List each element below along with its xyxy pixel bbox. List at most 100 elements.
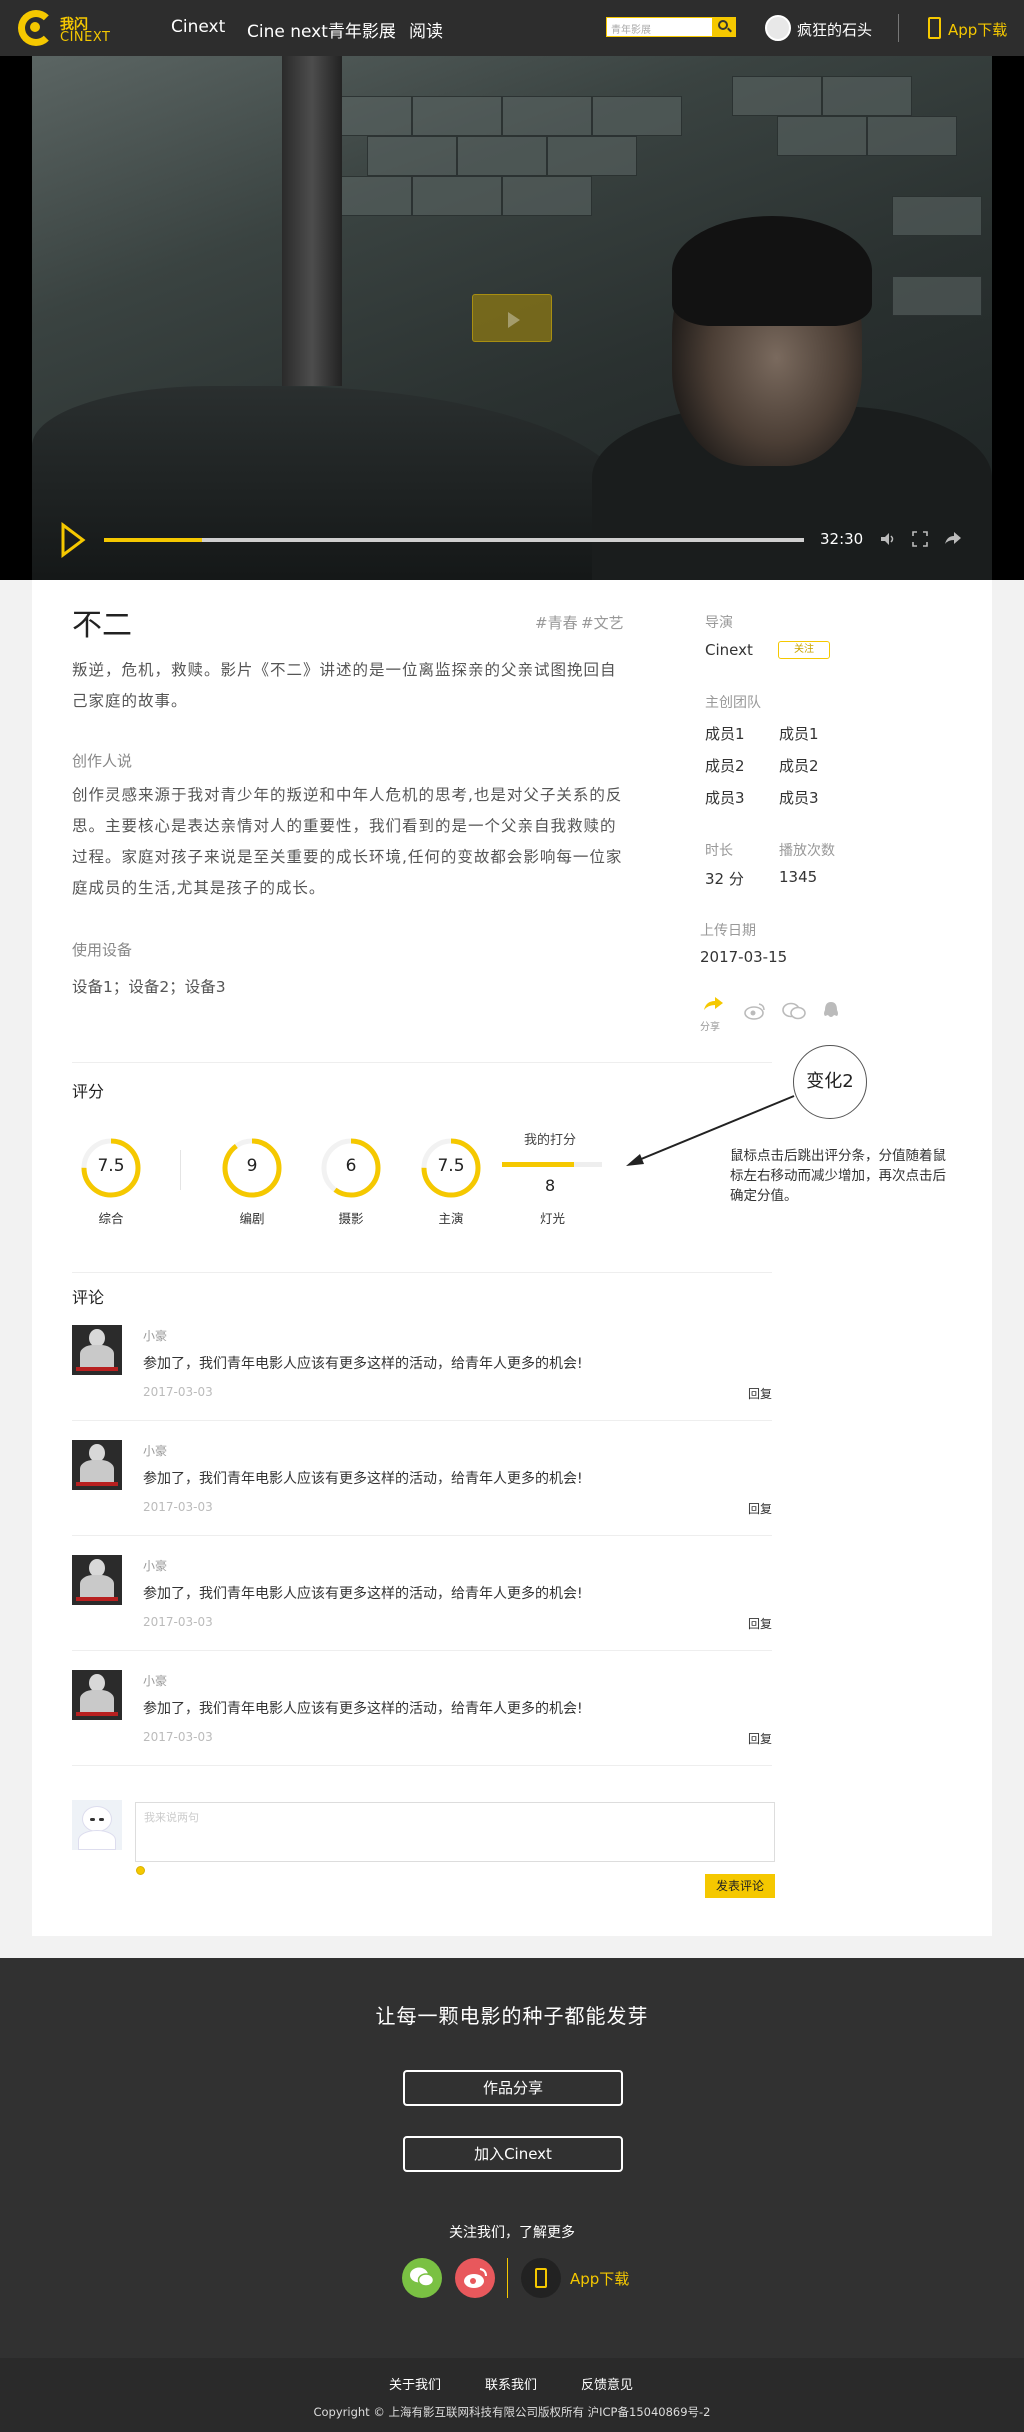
share-arrow-icon[interactable] (702, 996, 724, 1012)
volume-icon[interactable] (880, 532, 896, 546)
annotation-note: 鼠标点击后跳出评分条，分值随着鼠标左右移动而减少增加，再次点击后确定分值。 (730, 1148, 946, 1204)
big-play-button[interactable] (472, 294, 552, 342)
comment-input[interactable]: 我来说两句 (135, 1802, 775, 1862)
weibo-icon[interactable] (455, 2258, 495, 2298)
comment-date: 2017-03-03 (143, 1500, 213, 1514)
play-icon (508, 312, 520, 328)
weibo-icon[interactable] (744, 1002, 766, 1020)
scene-brick (502, 96, 592, 136)
film-title: 不二 (72, 608, 132, 643)
wechat-icon[interactable] (402, 2258, 442, 2298)
bottom-bar (0, 2358, 1024, 2432)
avatar-banner (76, 1367, 118, 1371)
team-member[interactable]: 成员3 (779, 787, 819, 808)
rating-value-photography: 6 (345, 1156, 357, 1176)
app-download-link[interactable]: App下载 (948, 19, 1007, 40)
commenter-avatar[interactable] (72, 1555, 122, 1605)
scene-pipe (282, 56, 342, 386)
wechat-icon[interactable] (782, 1002, 806, 1020)
director-label: 导演 (705, 615, 733, 631)
team-member[interactable]: 成员3 (705, 787, 745, 808)
duration-label: 时长 (705, 843, 733, 859)
avatar-body (78, 1830, 116, 1850)
commenter-avatar[interactable] (72, 1440, 122, 1490)
search-input[interactable]: 青年影展 (606, 17, 714, 37)
follow-button[interactable]: 关注 (778, 641, 830, 659)
share-icon[interactable] (944, 530, 962, 546)
about-us-link[interactable]: 关于我们 (389, 2374, 441, 2393)
tag-youth[interactable]: #青春 (535, 612, 578, 633)
user-name[interactable]: 疯狂的石头 (797, 19, 872, 40)
nav-reading[interactable]: 阅读 (409, 17, 443, 42)
team-member[interactable]: 成员2 (705, 755, 745, 776)
director-name[interactable]: Cinext (705, 641, 753, 659)
avatar-body (80, 1575, 114, 1597)
search-icon-handle (727, 27, 732, 33)
fullscreen-icon[interactable] (912, 531, 928, 547)
share-label: 分享 (700, 1022, 720, 1033)
commenter-avatar[interactable] (72, 1670, 122, 1720)
scene-brick (502, 176, 592, 216)
equipment-list: 设备1；设备2；设备3 (72, 978, 226, 996)
nav-film-festival[interactable]: Cine next青年影展 (247, 17, 396, 42)
reply-button[interactable]: 回复 (748, 1730, 772, 1747)
reply-button[interactable]: 回复 (748, 1500, 772, 1517)
avatar-body (80, 1690, 114, 1712)
comment-date: 2017-03-03 (143, 1730, 213, 1744)
comment-date: 2017-03-03 (143, 1385, 213, 1399)
avatar-body (80, 1345, 114, 1367)
contact-us-link[interactable]: 联系我们 (485, 2374, 537, 2393)
my-score-slider-fill[interactable] (502, 1162, 574, 1167)
phone-icon[interactable] (928, 17, 941, 39)
film-synopsis: 叛逆，危机，救赎。影片《不二》讲述的是一位离监探亲的父亲试图挽回自己家庭的故事。 (72, 661, 617, 710)
footer-app-download[interactable]: App下载 (570, 2268, 629, 2289)
avatar-eye (99, 1818, 104, 1821)
team-member[interactable]: 成员1 (779, 723, 819, 744)
duration-value: 32 分 (705, 870, 744, 888)
rating-value-lead-actor: 7.5 (437, 1156, 465, 1176)
qq-icon[interactable] (822, 1001, 840, 1021)
nav-cinext[interactable]: Cinext (171, 17, 225, 37)
join-cinext-button[interactable]: 加入Cinext (403, 2136, 623, 2172)
team-member[interactable]: 成员2 (779, 755, 819, 776)
follow-us-text: 关注我们，了解更多 (449, 2225, 575, 2241)
my-score-category: 灯光 (540, 1211, 566, 1226)
site-logo[interactable]: 我闪 CINEXT (18, 8, 110, 48)
scene-brick (822, 76, 912, 116)
reply-button[interactable]: 回复 (748, 1615, 772, 1632)
scene-brick (367, 136, 457, 176)
team-member[interactable]: 成员1 (705, 723, 745, 744)
comment-text: 参加了，我们青年电影人应该有更多这样的活动，给青年人更多的机会! (143, 1471, 583, 1487)
rating-value-overall: 7.5 (97, 1156, 125, 1176)
feedback-link[interactable]: 反馈意见 (581, 2374, 633, 2393)
scene-brick (732, 76, 822, 116)
comment-text: 参加了，我们青年电影人应该有更多这样的活动，给青年人更多的机会! (143, 1701, 583, 1717)
video-progress-bar[interactable] (104, 538, 804, 542)
comment-text: 参加了，我们青年电影人应该有更多这样的活动，给青年人更多的机会! (143, 1356, 583, 1372)
video-progress-fill[interactable] (104, 538, 202, 542)
share-works-button[interactable]: 作品分享 (403, 2070, 623, 2106)
emoji-icon[interactable] (136, 1866, 145, 1875)
scene-brick (547, 136, 637, 176)
comment-user[interactable]: 小豪 (143, 1557, 167, 1574)
comment-user[interactable]: 小豪 (143, 1442, 167, 1459)
plays-label: 播放次数 (779, 843, 835, 859)
comments-heading: 评论 (72, 1288, 105, 1307)
section-divider (72, 1272, 772, 1273)
comment-user[interactable]: 小豪 (143, 1672, 167, 1689)
comment-user[interactable]: 小豪 (143, 1327, 167, 1344)
comment-divider (72, 1765, 772, 1766)
commenter-avatar[interactable] (72, 1325, 122, 1375)
comment-text: 参加了，我们青年电影人应该有更多这样的活动，给青年人更多的机会! (143, 1586, 583, 1602)
phone-icon[interactable] (521, 2258, 561, 2298)
user-avatar[interactable] (765, 15, 791, 41)
search-button[interactable] (712, 17, 736, 37)
reply-button[interactable]: 回复 (748, 1385, 772, 1402)
upload-date-value: 2017-03-15 (700, 948, 788, 966)
creator-heading: 创作人说 (72, 752, 133, 770)
avatar-head (82, 1806, 112, 1832)
tag-arthouse[interactable]: #文艺 (581, 612, 624, 633)
post-comment-button[interactable]: 发表评论 (705, 1874, 775, 1898)
video-duration: 32:30 (820, 530, 864, 548)
play-icon[interactable] (60, 522, 86, 558)
